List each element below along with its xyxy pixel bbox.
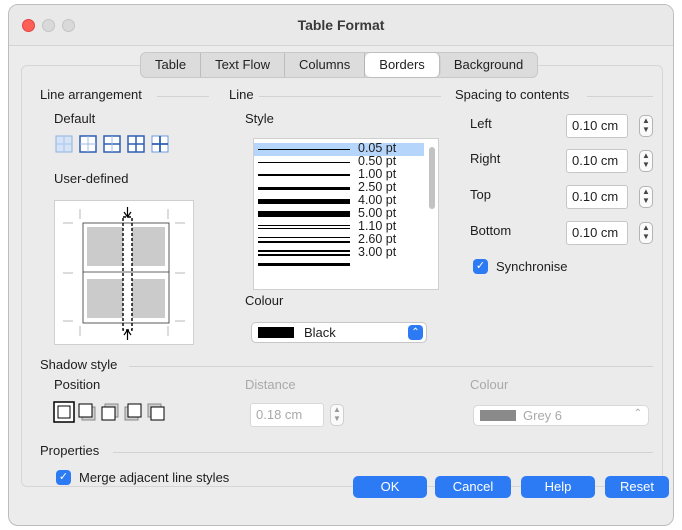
tab-text-flow[interactable]: Text Flow [201,53,285,77]
line-style-item[interactable]: 3.00 pt [254,245,424,260]
line-style-item[interactable]: 2.50 pt [254,180,424,195]
colour-swatch [258,327,294,338]
shadow-colour-select[interactable]: Grey 6 ⌃ [473,405,649,426]
bottom-label: Bottom [470,223,512,238]
default-label: Default [54,111,96,126]
shadow-distance-input[interactable]: 0.18 cm [250,403,324,427]
spacing-heading: Spacing to contents [455,87,570,102]
shadow-colour-swatch [480,410,516,421]
line-colour-value: Black [304,325,336,340]
separator [113,452,653,453]
right-label: Right [470,151,501,166]
left-label: Left [470,116,492,131]
synchronise-checkbox[interactable]: ✓ [473,259,488,274]
right-spacing-input[interactable]: 0.10 cm [566,149,628,173]
line-style-item[interactable]: 0.05 pt [254,141,424,156]
tab-borders[interactable]: Borders [365,53,440,77]
line-style-item[interactable]: 5.00 pt [254,206,424,221]
shadow-top-right-icon[interactable] [101,403,119,421]
top-spacing-input[interactable]: 0.10 cm [566,185,628,209]
merge-line-styles-label: Merge adjacent line styles [79,470,230,485]
separator [259,96,441,97]
line-style-item[interactable]: 1.10 pt [254,219,424,234]
user-defined-preview[interactable] [54,200,194,345]
default-arrangements [55,135,169,153]
line-heading: Line [229,87,254,102]
table-format-dialog: Table Format Table Text Flow Columns Bor… [8,4,674,526]
user-defined-label: User-defined [54,171,129,186]
shadow-position-label: Position [54,377,101,392]
shadow-none-icon[interactable] [53,401,75,423]
arrangement-none-icon[interactable] [55,135,73,153]
bottom-spacing-input[interactable]: 0.10 cm [566,221,628,245]
separator [587,96,653,97]
shadow-top-left-icon[interactable] [147,403,165,421]
properties-heading: Properties [40,443,100,458]
separator [129,366,653,367]
line-style-item[interactable]: 0.50 pt [254,154,424,169]
shadow-colour-label: Colour [470,377,509,392]
ok-button[interactable]: OK [353,476,427,498]
border-preview-drawing [63,207,185,340]
tab-columns[interactable]: Columns [285,53,366,77]
shadow-distance-label: Distance [245,377,296,392]
colour-label: Colour [245,293,284,308]
chevron-updown-icon: ⌃ [408,325,423,340]
arrangement-outer-horizontal-icon[interactable] [103,135,121,153]
synchronise-label: Synchronise [496,259,568,274]
arrangement-all-icon[interactable] [127,135,145,153]
shadow-heading: Shadow style [40,357,118,372]
shadow-colour-value: Grey 6 [523,408,563,423]
separator [157,96,209,97]
top-label: Top [470,187,491,202]
help-button[interactable]: Help [521,476,595,498]
line-style-item[interactable]: 1.00 pt [254,167,424,182]
chevron-updown-icon: ⌃ [633,408,642,419]
right-spacing-stepper[interactable]: ▲ ▼ [639,150,653,172]
shadow-distance-stepper[interactable]: ▲ ▼ [330,404,344,426]
shadow-bottom-right-icon[interactable] [78,403,96,421]
tab-bar: Table Text Flow Columns Borders Backgrou… [140,52,539,78]
style-list-scrollbar[interactable] [429,147,435,209]
tab-table[interactable]: Table [141,53,202,77]
left-spacing-input[interactable]: 0.10 cm [566,114,628,138]
merge-line-styles-checkbox[interactable]: ✓ [56,470,71,485]
window-title: Table Format [297,17,385,33]
top-spacing-stepper[interactable]: ▲ ▼ [639,186,653,208]
line-style-item[interactable]: 2.60 pt [254,232,424,247]
line-style-list[interactable]: 0.05 pt 0.50 pt 1.00 pt 2.50 pt 4.00 pt … [253,138,439,290]
shadow-positions [53,401,165,423]
cancel-button[interactable]: Cancel [435,476,511,498]
arrangement-inner-icon[interactable] [151,135,169,153]
line-colour-select[interactable]: Black ⌃ [251,322,427,343]
reset-button[interactable]: Reset [605,476,669,498]
line-style-item[interactable]: 4.00 pt [254,193,424,208]
arrangement-outer-icon[interactable] [79,135,97,153]
line-style-item[interactable] [254,260,424,273]
left-spacing-stepper[interactable]: ▲ ▼ [639,115,653,137]
shadow-bottom-left-icon[interactable] [124,403,142,421]
bottom-spacing-stepper[interactable]: ▲ ▼ [639,222,653,244]
line-arrangement-heading: Line arrangement [40,87,142,102]
style-label: Style [245,111,274,126]
tab-background[interactable]: Background [440,53,537,77]
title-bar: Table Format [9,5,673,46]
